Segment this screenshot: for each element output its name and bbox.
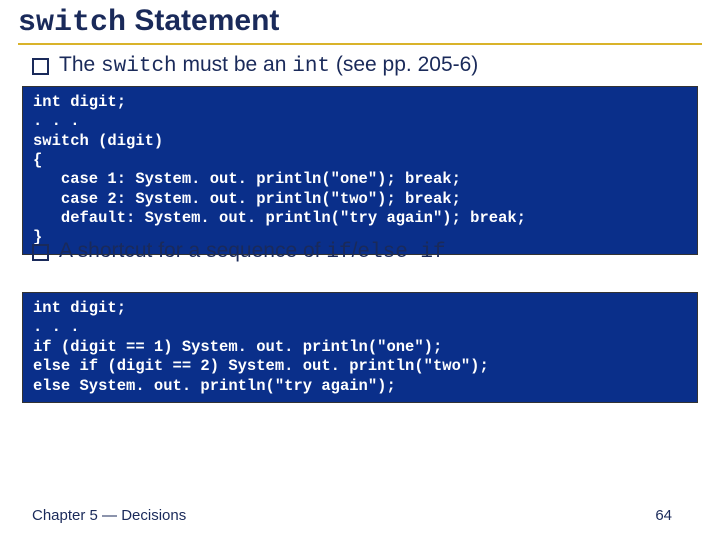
bullet-2-pre: A shortcut for a sequence of — [59, 239, 326, 262]
code-block-1: int digit; . . . switch (digit) { case 1… — [22, 86, 698, 255]
title-rest: Statement — [126, 4, 279, 37]
bullet-1-post: (see pp. 205-6) — [330, 53, 478, 76]
code-block-2: int digit; . . . if (digit == 1) System.… — [22, 292, 698, 403]
bullet-1: The switch must be an int (see pp. 205-6… — [32, 51, 702, 80]
title-mono: switch — [18, 6, 126, 40]
title-rule — [18, 43, 702, 45]
footer-left: Chapter 5 — Decisions — [32, 507, 186, 524]
footer: Chapter 5 — Decisions 64 — [0, 507, 720, 524]
slide-title: switch Statement — [18, 4, 702, 41]
bullet-1-pre: The — [59, 53, 101, 76]
bullet-2: A shortcut for a sequence of if/else if — [32, 237, 702, 266]
bullet-1-mono2: int — [292, 55, 330, 78]
footer-right: 64 — [655, 507, 672, 524]
bullet-1-mid: must be an — [177, 53, 293, 76]
bullet-1-text: The switch must be an int (see pp. 205-6… — [59, 51, 478, 80]
bullet-2-text: A shortcut for a sequence of if/else if — [59, 237, 446, 266]
bullet-box-icon — [32, 58, 49, 75]
bullet-2-mono2: else if — [357, 241, 445, 264]
bullet-box-icon — [32, 244, 49, 261]
bullet-2-mono1: if — [326, 241, 351, 264]
bullet-1-mono1: switch — [101, 55, 177, 78]
